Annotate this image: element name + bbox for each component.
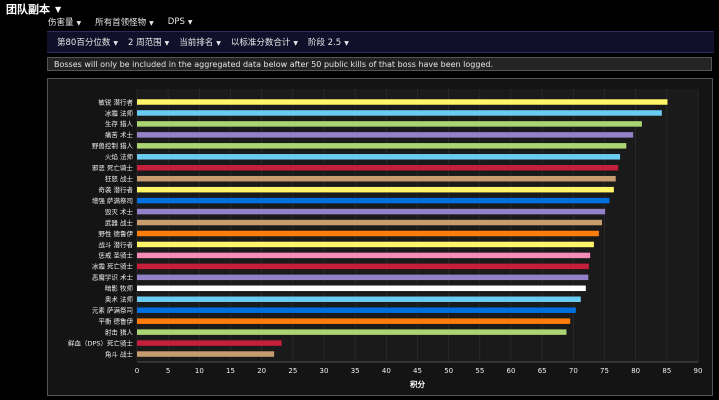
bar [137, 143, 627, 149]
bar [137, 208, 606, 215]
filter-stat-label: DPS [167, 16, 185, 27]
category-label: 毁灭 术士 [105, 207, 134, 216]
filter-stat[interactable]: DPS ▼ [168, 17, 193, 27]
x-tick-label: 75 [600, 367, 609, 375]
category-label: 狂怒 战士 [105, 174, 134, 183]
bar [137, 263, 589, 270]
category-label: 元素 萨满祭司 [92, 306, 133, 315]
x-tick-label: 70 [569, 367, 578, 375]
filter-phase-label: 阶段 2.5 [307, 38, 342, 48]
category-label: 武器 战士 [105, 218, 134, 227]
x-tick-label: 45 [413, 367, 422, 375]
bar [137, 329, 567, 335]
chevron-down-icon: ▼ [293, 40, 298, 47]
x-tick-label: 85 [662, 367, 671, 375]
bar [137, 154, 621, 160]
x-tick-label: 15 [226, 367, 235, 375]
chevron-down-icon: ▼ [113, 40, 118, 47]
bar [137, 165, 619, 171]
bar-chart-svg: 0 5 10 15 20 25 30 35 40 45 50 55 60 65 70 75 80 85 90 敏锐 潜… [68, 89, 703, 389]
bar [137, 285, 586, 292]
x-tick-label: 25 [288, 367, 297, 375]
bar [137, 318, 571, 324]
x-tick-label: 30 [320, 367, 329, 375]
filter-percentile[interactable]: 第80百分位数 ▼ [57, 36, 118, 48]
notice-text: Bosses will only be included in the aggr… [54, 59, 493, 69]
bar [137, 252, 591, 259]
category-label: 恶魔学识 术士 [92, 273, 134, 282]
x-axis-title: 积分 [409, 379, 425, 389]
category-label: 敏锐 潜行者 [98, 97, 133, 106]
filter-aggregation[interactable]: 以标准分数合计 ▼ [231, 36, 298, 48]
filter-ranking-label: 当前排名 [179, 38, 214, 48]
chevron-down-icon: ▼ [164, 40, 170, 47]
filter-percentile-label: 第80百分位数 [57, 38, 111, 48]
category-label: 火焰 法师 [105, 152, 134, 161]
bar [137, 307, 576, 313]
filter-bar-secondary: 第80百分位数 ▼ 2 周范围 ▼ 当前排名 ▼ 以标准分数合计 ▼ 阶段 2.5 ▼ [47, 31, 714, 53]
category-label: 增强 萨满祭司 [92, 196, 133, 205]
x-tick-label: 50 [444, 367, 453, 375]
x-tick-label: 80 [631, 367, 640, 375]
x-tick-label: 0 [135, 367, 139, 375]
category-label: 角斗 战士 [105, 349, 134, 358]
filter-aggregation-label: 以标准分数合计 [230, 38, 291, 48]
category-label: 奥术 法师 [105, 295, 134, 304]
bar [137, 197, 610, 204]
filter-metric-label: 伤害量 [48, 17, 74, 28]
x-tick-label: 20 [257, 367, 266, 375]
bar [137, 351, 275, 357]
x-tick-label: 90 [694, 367, 703, 375]
x-tick-label: 40 [382, 367, 391, 375]
category-label: 奇袭 潜行者 [98, 185, 133, 194]
bar [137, 340, 282, 346]
category-label: 生存 猎人 [105, 119, 134, 128]
category-label: 惩戒 圣骑士 [98, 251, 133, 260]
chevron-down-icon: ▼ [344, 40, 349, 47]
filter-boss[interactable]: 所有首领怪物 ▼ [95, 16, 154, 28]
bar [137, 241, 594, 248]
filter-time-range[interactable]: 2 周范围 ▼ [128, 36, 169, 48]
bar [137, 110, 662, 116]
chevron-down-icon: ▼ [76, 19, 82, 27]
bar [137, 186, 614, 193]
filter-time-range-label: 2 周范围 [127, 38, 162, 48]
x-tick-label: 65 [538, 367, 547, 375]
filter-ranking[interactable]: 当前排名 ▼ [179, 36, 221, 48]
x-tick-label: 55 [475, 367, 484, 375]
category-label: 冰霜 死亡骑士 [92, 262, 134, 271]
x-tick-label: 10 [195, 367, 204, 375]
bar [137, 274, 589, 281]
filter-metric[interactable]: 伤害量 ▼ [48, 16, 81, 28]
category-label: 痛苦 术士 [105, 130, 134, 139]
bar [137, 121, 642, 127]
spec-ranking-chart: 0 5 10 15 20 25 30 35 40 45 50 55 60 65 70 75 80 85 90 敏锐 潜… [47, 78, 713, 396]
bar [137, 219, 603, 226]
category-label: 野性 德鲁伊 [98, 229, 133, 238]
notice-banner: Bosses will only be included in the aggr… [47, 57, 712, 71]
chevron-down-icon[interactable]: ▼ [55, 5, 61, 14]
filter-phase[interactable]: 阶段 2.5 ▼ [308, 36, 349, 48]
category-label: 冰霜 法师 [105, 108, 134, 117]
category-label: 暗影 牧师 [105, 284, 134, 293]
category-label: 鲜血（DPS）死亡骑士 [68, 338, 134, 347]
category-label: 邪恶 死亡骑士 [92, 163, 134, 172]
bar [137, 296, 581, 302]
chevron-down-icon: ▼ [216, 40, 221, 47]
chevron-down-icon: ▼ [187, 18, 193, 26]
bar [137, 132, 634, 138]
category-label: 射击 猎人 [105, 327, 134, 336]
chevron-down-icon: ▼ [149, 19, 154, 27]
x-tick-label: 60 [507, 367, 516, 375]
bar [137, 99, 668, 105]
filter-boss-label: 所有首领怪物 [95, 17, 147, 28]
bar [137, 230, 599, 237]
bar [137, 175, 616, 182]
x-tick-label: 5 [166, 367, 170, 375]
category-label: 野兽控制 猎人 [92, 141, 134, 150]
filter-bar-primary: 伤害量 ▼ 所有首领怪物 ▼ DPS ▼ [40, 14, 719, 29]
x-tick-label: 35 [351, 367, 360, 375]
category-label: 战斗 潜行者 [98, 240, 133, 249]
category-label: 平衡 德鲁伊 [98, 316, 133, 325]
